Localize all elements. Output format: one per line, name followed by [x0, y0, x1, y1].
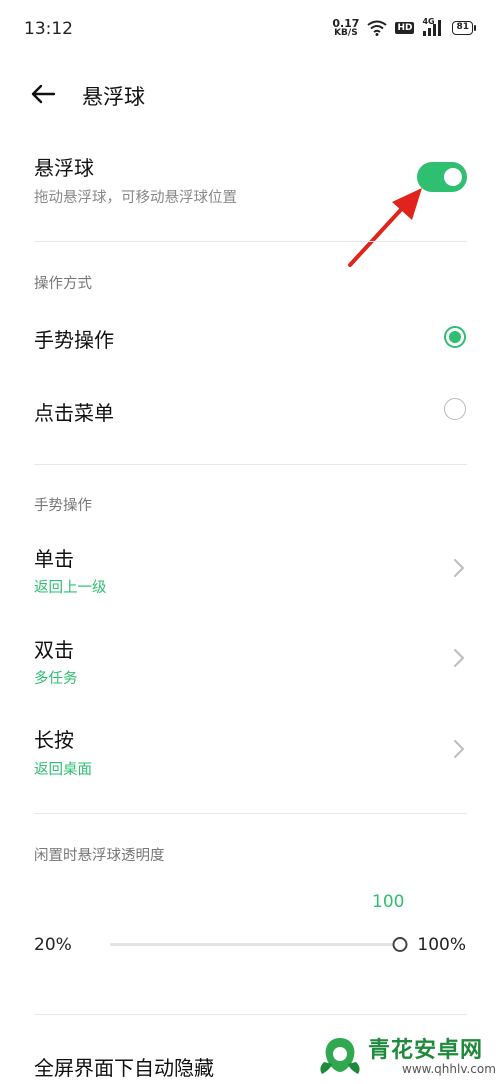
back-arrow-icon[interactable]	[28, 80, 58, 108]
opacity-max-label: 100%	[417, 935, 466, 955]
gesture-double-tap-value: 多任务	[34, 671, 78, 687]
signal-icon: 4G	[422, 17, 444, 37]
floating-ball-title: 悬浮球	[34, 156, 94, 180]
battery-level: 81	[452, 20, 473, 35]
divider	[34, 813, 467, 814]
header: 悬浮球	[0, 70, 500, 118]
status-icons: 0.17 KB/S HD 4G 81	[332, 17, 476, 38]
battery-icon: 81	[452, 20, 476, 35]
fullscreen-auto-hide-title: 全屏界面下自动隐藏	[34, 1056, 214, 1080]
opacity-current-value: 100	[372, 892, 405, 912]
gesture-long-press-title: 长按	[34, 728, 74, 752]
gesture-double-tap-title: 双击	[34, 638, 74, 662]
opacity-section-label: 闲置时悬浮球透明度	[34, 848, 165, 864]
watermark-url: www.qhhlv.com	[402, 1062, 496, 1076]
chevron-right-icon	[454, 649, 464, 667]
annotation-arrow-icon	[348, 188, 422, 267]
divider	[34, 1014, 467, 1015]
chevron-right-icon	[454, 559, 464, 577]
status-time: 13:12	[24, 19, 73, 39]
page-title: 悬浮球	[82, 85, 145, 109]
watermark: 青花安卓网 www.qhhlv.com	[310, 1026, 500, 1084]
toggle-knob	[444, 168, 462, 186]
option-menu-radio[interactable]	[444, 398, 466, 420]
watermark-logo-icon	[320, 1038, 360, 1074]
wifi-icon	[367, 20, 388, 36]
network-speed: 0.17 KB/S	[332, 18, 359, 38]
hd-badge: HD	[395, 21, 415, 34]
divider	[34, 464, 467, 465]
option-menu-label: 点击菜单	[34, 401, 114, 425]
gesture-single-tap-title: 单击	[34, 547, 74, 571]
divider	[34, 241, 467, 242]
gesture-single-tap-value: 返回上一级	[34, 580, 107, 596]
network-speed-unit: KB/S	[334, 28, 358, 38]
option-gesture-radio[interactable]	[444, 326, 466, 348]
gesture-long-press-value: 返回桌面	[34, 762, 92, 778]
option-gesture-label: 手势操作	[34, 328, 114, 352]
floating-ball-subtitle: 拖动悬浮球，可移动悬浮球位置	[34, 190, 237, 206]
status-bar: 13:12 0.17 KB/S HD 4G 81	[0, 0, 500, 60]
opacity-slider-track[interactable]	[110, 937, 408, 952]
gestures-section-label: 手势操作	[34, 498, 92, 514]
opacity-min-label: 20%	[34, 935, 72, 955]
watermark-brand: 青花安卓网	[368, 1038, 484, 1063]
operation-mode-label: 操作方式	[34, 276, 92, 292]
opacity-slider-thumb[interactable]	[392, 937, 408, 952]
chevron-right-icon	[454, 740, 464, 758]
